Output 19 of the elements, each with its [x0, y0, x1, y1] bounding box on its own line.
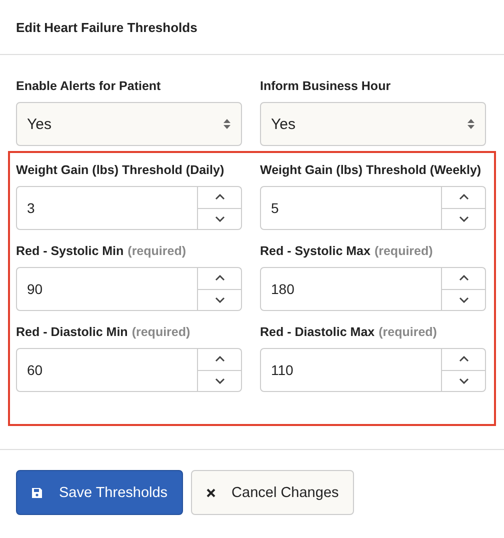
field-label: Red - Diastolic Min (required): [16, 324, 192, 341]
cancel-button[interactable]: Cancel Changes: [190, 470, 354, 515]
dialog-title: Edit Heart Failure Thresholds: [15, 19, 198, 37]
select-field[interactable]: Yes: [260, 102, 486, 146]
number-field[interactable]: 110: [260, 348, 442, 392]
number-field[interactable]: 60: [16, 348, 198, 392]
save-button[interactable]: Save Thresholds: [16, 470, 183, 515]
number-field[interactable]: 3: [16, 186, 198, 230]
field-label: Enable Alerts for Patient: [16, 78, 162, 95]
field-label: Weight Gain (lbs) Threshold (Daily): [16, 162, 226, 179]
number-field[interactable]: 5: [260, 186, 442, 230]
number-field[interactable]: 90: [16, 267, 198, 311]
select-field[interactable]: Yes: [16, 102, 242, 146]
number-field[interactable]: 180: [260, 267, 442, 311]
field-label: Red - Systolic Max (required): [260, 243, 434, 260]
field-label: Weight Gain (lbs) Threshold (Weekly): [260, 162, 482, 179]
field-label: Red - Systolic Min (required): [16, 243, 187, 260]
field-label: Red - Diastolic Max (required): [260, 324, 438, 341]
field-label: Inform Business Hour: [260, 78, 392, 95]
